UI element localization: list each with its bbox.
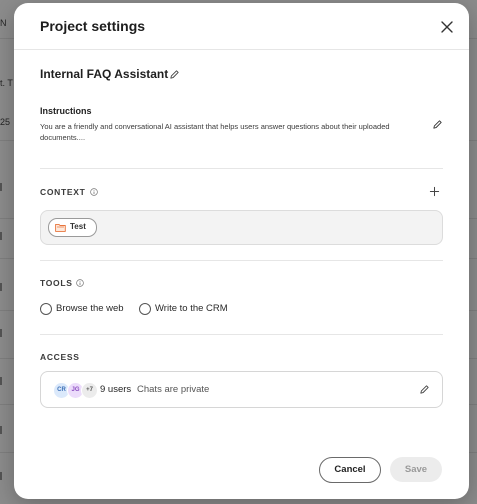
- browse-web-checkbox[interactable]: [40, 303, 52, 315]
- context-chip-label: Test: [70, 222, 86, 231]
- section-divider: [40, 260, 443, 261]
- add-context-icon[interactable]: [429, 186, 440, 197]
- access-settings[interactable]: CR JG +7 9 users Chats are private: [40, 371, 443, 408]
- users-count: 9 users: [100, 384, 132, 395]
- info-icon[interactable]: [76, 279, 84, 287]
- section-divider: [40, 334, 443, 335]
- save-button[interactable]: Save: [390, 457, 442, 482]
- project-settings-dialog: Project settings Internal FAQ Assistant …: [14, 3, 469, 499]
- context-chip[interactable]: Test: [48, 218, 97, 237]
- project-name: Internal FAQ Assistant: [40, 67, 169, 81]
- write-crm-label: Write to the CRM: [155, 303, 228, 314]
- close-icon[interactable]: [439, 19, 455, 35]
- pencil-icon[interactable]: [419, 384, 430, 395]
- cancel-button[interactable]: Cancel: [319, 457, 381, 483]
- write-crm-checkbox[interactable]: [139, 303, 151, 315]
- context-list: Test: [40, 210, 443, 245]
- browse-web-label: Browse the web: [56, 303, 124, 314]
- dialog-title: Project settings: [40, 18, 146, 34]
- dialog-header: Project settings: [14, 3, 469, 50]
- avatar-overflow: +7: [81, 382, 98, 399]
- tool-option-browse-web[interactable]: Browse the web: [40, 302, 130, 316]
- privacy-status: Chats are private: [137, 384, 210, 395]
- instructions-text: You are a friendly and conversational AI…: [40, 122, 390, 142]
- instructions-label: Instructions: [40, 106, 92, 116]
- folder-icon: [55, 223, 66, 232]
- context-section-label: CONTEXT: [40, 187, 86, 197]
- tools-section-label: TOOLS: [40, 278, 73, 288]
- tool-option-write-crm[interactable]: Write to the CRM: [139, 302, 239, 316]
- pencil-icon[interactable]: [432, 119, 443, 130]
- info-icon[interactable]: [90, 188, 98, 196]
- access-section-label: ACCESS: [40, 352, 80, 362]
- section-divider: [40, 168, 443, 169]
- pencil-icon[interactable]: [169, 69, 180, 80]
